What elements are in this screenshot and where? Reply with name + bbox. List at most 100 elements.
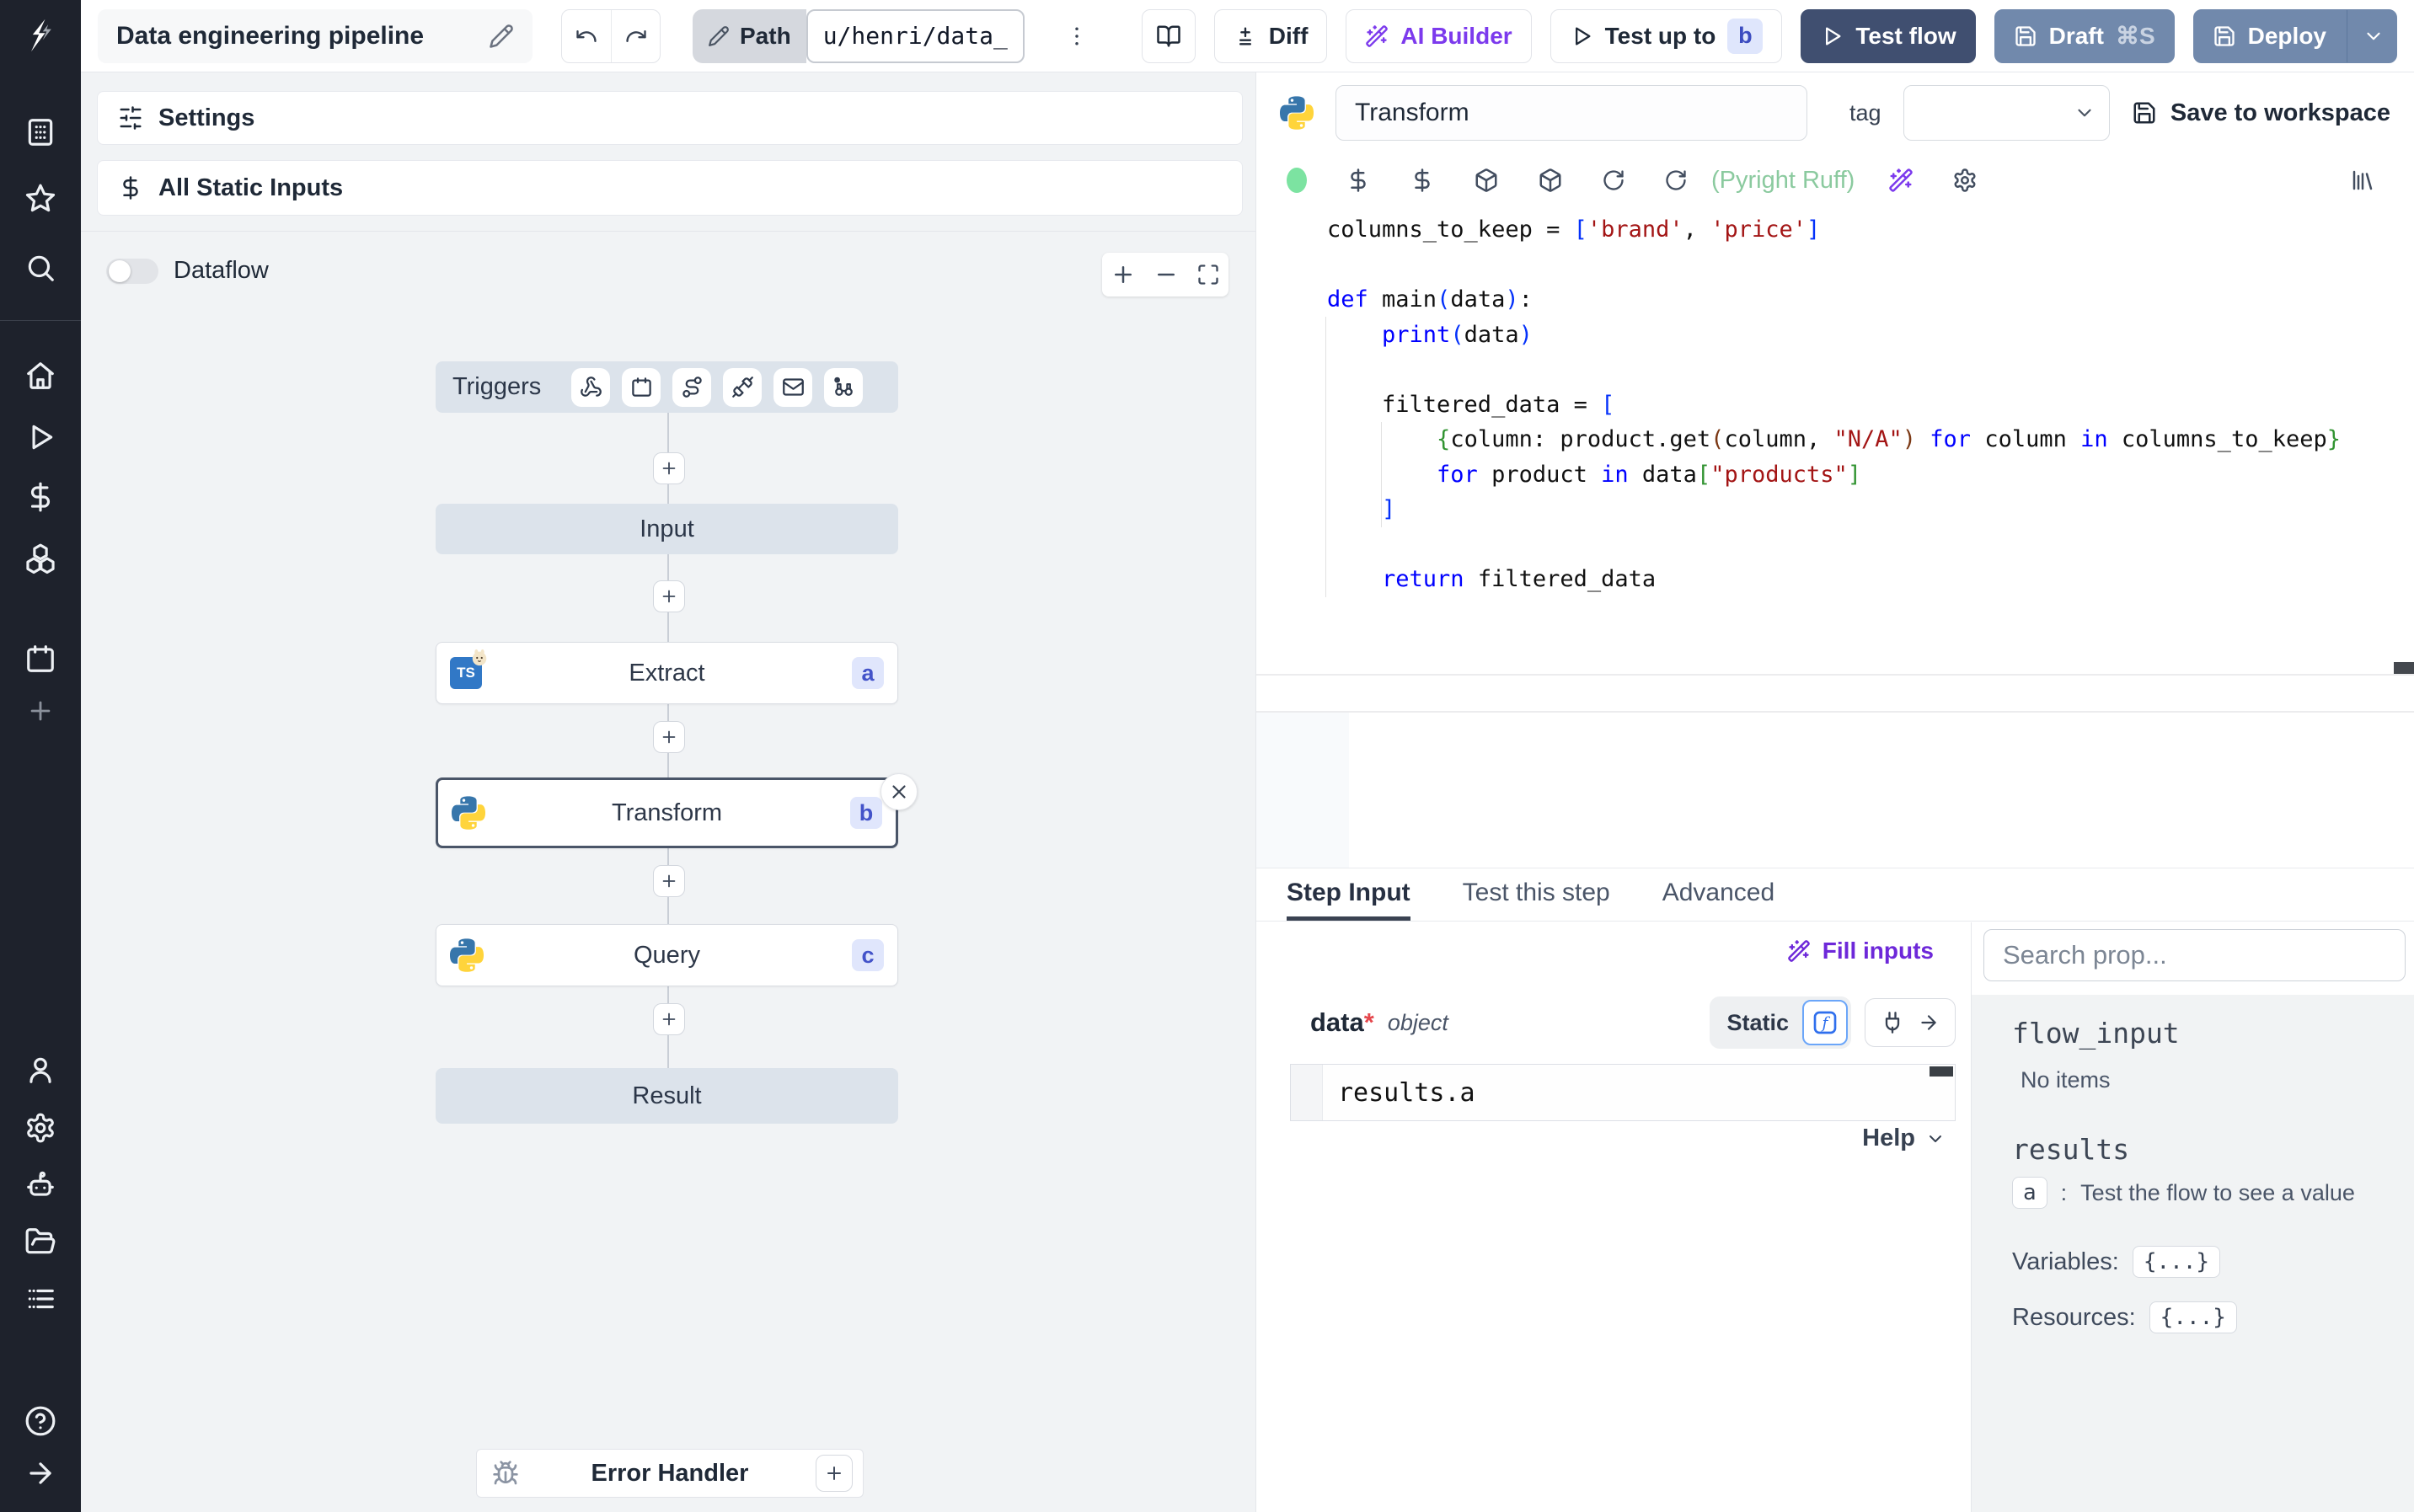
add-plus-icon[interactable] [22,692,59,729]
indent-guide [1325,317,1326,597]
add-step-button[interactable] [653,721,685,753]
connect-input-button[interactable] [1865,998,1956,1047]
variables-dollar-icon[interactable] [22,478,59,516]
step-node-extract[interactable]: TS Extract a [436,642,898,704]
redo-button[interactable] [611,9,660,62]
variables-label: Variables: [2012,1248,2119,1275]
favorites-star-icon[interactable] [22,180,59,217]
reload-icon[interactable] [1664,168,1688,192]
expression-value[interactable]: results.a [1323,1078,1475,1108]
variable-picker-dollar-icon[interactable] [1346,168,1371,193]
resources-cubes-icon[interactable] [22,540,59,577]
code-editor[interactable]: columns_to_keep = ['brand', 'price'] def… [1256,207,2414,868]
resources-chip[interactable]: {...} [2149,1301,2237,1333]
flow-input-key[interactable]: flow_input [2012,1017,2180,1050]
user-icon[interactable] [22,1051,59,1088]
deploy-chevron-down-icon[interactable] [2363,25,2385,47]
ai-wand-icon[interactable] [1888,168,1914,193]
editor-settings-gear-icon[interactable] [1952,168,1978,193]
search-icon[interactable] [22,249,59,286]
results-key[interactable]: results [2012,1133,2129,1166]
sliders-icon [118,105,143,131]
zoom-out-button[interactable] [1153,262,1179,287]
step-node-query[interactable]: Query c [436,924,898,986]
javascript-expression-mode-button[interactable] [1802,1000,1848,1045]
webhook-trigger-icon[interactable] [571,367,611,407]
runs-play-icon[interactable] [22,419,59,456]
tab-test-this-step[interactable]: Test this step [1463,868,1610,921]
result-a-row[interactable]: a : Test the flow to see a value [2012,1177,2355,1209]
add-step-button[interactable] [653,580,685,612]
more-menu-kebab-icon[interactable] [1058,18,1095,55]
help-icon[interactable] [22,1402,59,1440]
path-value[interactable]: u/henri/data_ [806,8,1025,63]
result-node[interactable]: Result [436,1068,898,1124]
tab-advanced[interactable]: Advanced [1662,868,1774,921]
test-flow-button[interactable]: Test flow [1801,8,1976,63]
error-handler-node[interactable]: Error Handler [476,1449,864,1498]
http-route-trigger-icon[interactable] [672,367,712,407]
windmill-logo-icon[interactable] [22,17,59,54]
library-icon[interactable] [2350,168,2375,193]
ai-builder-button[interactable]: AI Builder [1346,8,1532,63]
flow-settings-bar[interactable]: Settings [97,91,1243,145]
package-icon[interactable] [1538,168,1563,193]
save-to-workspace-label: Save to workspace [2170,99,2390,126]
dataflow-toggle[interactable] [106,258,158,284]
flow-props-panel: flow_input No items results a : Test the… [1971,922,2414,1512]
dataflow-label: Dataflow [174,257,269,284]
workspace-icon[interactable] [22,114,59,151]
editor-scrollbar[interactable] [2394,662,2414,674]
step-node-transform-selected[interactable]: Transform b [436,777,898,848]
step-node-label: Extract [629,659,705,687]
expand-sidebar-icon[interactable] [22,1455,59,1492]
save-to-workspace-button[interactable]: Save to workspace [2132,99,2390,127]
fill-inputs-button[interactable]: Fill inputs [1787,938,1934,964]
settings-gear-icon[interactable] [22,1109,59,1146]
remove-step-close-icon[interactable] [880,773,918,810]
flow-title-box[interactable]: Data engineering pipeline [98,8,533,63]
step-name-input[interactable] [1335,85,1807,141]
chevron-down-icon [1925,1129,1946,1149]
zoom-in-button[interactable] [1111,262,1136,287]
tab-step-input[interactable]: Step Input [1287,868,1410,921]
add-step-button[interactable] [653,1003,685,1035]
result-key-chip[interactable]: a [2012,1177,2047,1209]
variables-chip[interactable]: {...} [2132,1246,2221,1278]
edit-title-pencil-icon[interactable] [489,24,514,49]
reload-icon[interactable] [1602,168,1625,192]
websocket-trigger-icon[interactable] [723,367,763,407]
add-error-handler-button[interactable] [816,1455,853,1492]
help-dropdown[interactable]: Help [1862,1125,1946,1152]
diff-button[interactable]: Diff [1213,8,1328,63]
resource-picker-dollar-icon[interactable] [1410,168,1435,193]
path-chip[interactable]: Path u/henri/data_ [693,8,1025,63]
package-icon[interactable] [1474,168,1499,193]
workers-robot-icon[interactable] [22,1167,59,1204]
tag-select[interactable] [1903,85,2110,141]
logs-list-icon[interactable] [22,1280,59,1317]
fit-view-button[interactable] [1196,263,1220,286]
triggers-node[interactable]: Triggers [436,361,898,413]
add-step-button[interactable] [653,865,685,897]
draft-button[interactable]: Draft ⌘S [1994,8,2175,63]
home-icon[interactable] [22,357,59,394]
poll-trigger-icon[interactable] [824,367,864,407]
static-mode-label[interactable]: Static [1726,1010,1789,1036]
schedules-calendar-icon[interactable] [22,640,59,677]
add-step-button[interactable] [653,452,685,484]
search-prop-input[interactable] [1983,929,2406,981]
deploy-button[interactable]: Deploy [2192,8,2397,63]
docs-button[interactable] [1141,8,1196,63]
expression-scrollbar[interactable] [1930,1066,1953,1077]
email-trigger-icon[interactable] [773,367,813,407]
all-static-inputs-bar[interactable]: All Static Inputs [97,160,1243,216]
expression-input[interactable]: results.a [1290,1064,1956,1121]
folders-icon[interactable] [22,1223,59,1260]
input-node[interactable]: Input [436,504,898,554]
schedule-trigger-icon[interactable] [622,367,661,407]
code-content[interactable]: columns_to_keep = ['brand', 'price'] def… [1327,212,2341,597]
plug-icon [1881,1011,1904,1034]
test-up-to-button[interactable]: Test up to b [1550,8,1783,63]
undo-button[interactable] [562,10,611,62]
